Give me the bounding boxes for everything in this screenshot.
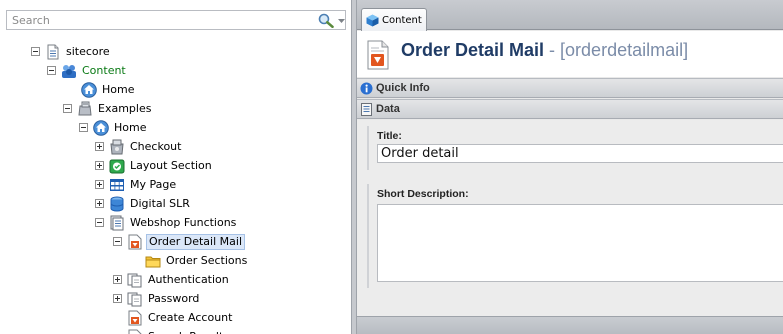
title-input[interactable] [377, 144, 783, 163]
tree-item-label: Order Sections [166, 253, 248, 267]
content-tree-pane: sitecore Content Home Examples Home Checkout L… [0, 0, 351, 334]
grid-icon [109, 177, 125, 193]
tree-item-sitecore[interactable]: sitecore [31, 42, 112, 61]
data-section-body: Title: Short Description: [357, 120, 783, 316]
collapse-icon[interactable] [95, 218, 104, 227]
search-input[interactable] [7, 11, 307, 29]
editor-tab-strip: Content [357, 0, 783, 31]
tree-item-label: Order Detail Mail [146, 233, 246, 250]
search-bar [6, 10, 346, 30]
tab-content-label: Content [382, 14, 422, 26]
tree-item-examples[interactable]: Examples [63, 99, 153, 118]
short-description-textarea[interactable] [377, 204, 783, 282]
pages-icon [127, 291, 143, 307]
expand-icon[interactable] [95, 199, 104, 208]
collapse-icon[interactable] [113, 237, 122, 246]
home-icon [93, 119, 109, 136]
expand-icon[interactable] [95, 180, 104, 189]
tree-item-authentication[interactable]: Authentication [113, 270, 231, 289]
tab-content[interactable]: Content [361, 8, 427, 31]
tree-item-label: Home [114, 120, 147, 134]
mail-document-icon [127, 310, 143, 326]
webshop-icon [109, 215, 125, 231]
tree-item-home[interactable]: Home [79, 118, 148, 137]
field-title-label: Title: [377, 130, 402, 142]
mail-document-icon [127, 329, 143, 334]
section-data[interactable]: Data [357, 99, 783, 119]
content-icon [61, 63, 77, 79]
field-short-description-label: Short Description: [377, 188, 469, 200]
section-quick-info[interactable]: Quick Info [357, 78, 783, 98]
content-editor-pane: Content Order Detail Mail - [orderdetail… [357, 0, 783, 334]
layout-icon [109, 158, 125, 174]
expand-icon[interactable] [113, 294, 122, 303]
tree-item-layout-section[interactable]: Layout Section [95, 156, 214, 175]
tree-item-label: Examples [98, 101, 152, 115]
collapse-icon[interactable] [79, 123, 88, 132]
expand-icon[interactable] [95, 161, 104, 170]
expand-icon[interactable] [113, 275, 122, 284]
tree-item-home[interactable]: Home [81, 80, 136, 99]
content-tree: sitecore Content Home Examples Home Checkout L… [0, 33, 351, 334]
data-section-icon [361, 102, 372, 116]
tree-item-label: Create Account [148, 310, 233, 324]
info-icon [360, 82, 373, 94]
database-icon [109, 196, 125, 212]
tree-item-label: Home [102, 82, 135, 96]
tree-item-content[interactable]: Content [47, 61, 128, 80]
tree-item-create-account[interactable]: Create Account [127, 308, 234, 327]
tree-item-label: Search Result [146, 329, 225, 334]
collapse-icon[interactable] [63, 104, 72, 113]
section-data-label: Data [376, 103, 400, 115]
folder-icon [145, 253, 161, 269]
field-title: Title: [367, 126, 783, 170]
checkout-icon [109, 139, 125, 155]
home-icon [81, 81, 97, 98]
tree-item-label: Content [82, 63, 126, 77]
tree-item-label: sitecore [66, 44, 110, 58]
field-short-description: Short Description: [367, 184, 783, 288]
tree-item-checkout[interactable]: Checkout [95, 137, 183, 156]
tree-item-label: Digital SLR [130, 196, 190, 210]
cube-icon [366, 14, 379, 26]
chevron-down-icon[interactable] [337, 14, 346, 27]
tree-item-label: Webshop Functions [130, 215, 237, 229]
tree-item-search-result[interactable]: Search Result [127, 327, 225, 334]
tree-item-digital-slr[interactable]: Digital SLR [95, 194, 192, 213]
tree-item-webshop-functions[interactable]: Webshop Functions [95, 213, 238, 232]
item-title-key: - [orderdetailmail] [544, 40, 689, 60]
search-icon[interactable] [318, 13, 334, 28]
mail-document-icon [367, 40, 389, 70]
tree-item-label: Password [148, 291, 200, 305]
collapse-icon[interactable] [47, 66, 56, 75]
tree-item-label: Layout Section [130, 158, 212, 172]
collapse-icon[interactable] [31, 47, 40, 56]
expand-icon[interactable] [95, 142, 104, 151]
editor-bottom-bar [357, 316, 783, 334]
item-title-name: Order Detail Mail [401, 40, 545, 60]
tree-item-password[interactable]: Password [113, 289, 201, 308]
tree-item-label: Authentication [148, 272, 229, 286]
document-icon [45, 44, 61, 60]
tree-item-label: Checkout [130, 139, 182, 153]
pages-icon [127, 272, 143, 288]
mail-document-icon [127, 234, 143, 250]
section-quick-info-label: Quick Info [376, 82, 430, 94]
item-title: Order Detail Mail - [orderdetailmail] [401, 40, 688, 61]
item-header: Order Detail Mail - [orderdetailmail] [357, 31, 783, 77]
tree-item-order-sections[interactable]: Order Sections [145, 251, 249, 270]
tree-item-order-detail-mail[interactable]: Order Detail Mail [113, 232, 246, 251]
examples-icon [77, 101, 93, 117]
tree-item-label: My Page [130, 177, 177, 191]
tree-item-my-page[interactable]: My Page [95, 175, 178, 194]
